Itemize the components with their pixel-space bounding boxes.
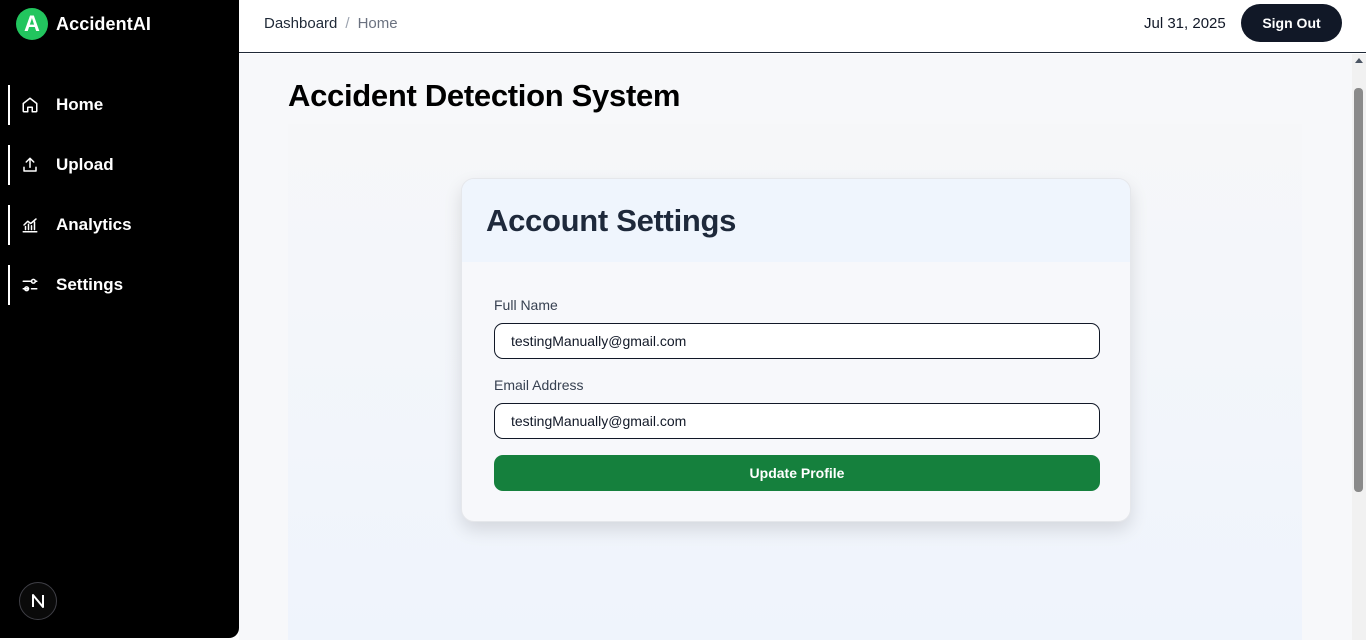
- email-field[interactable]: [494, 403, 1100, 439]
- home-icon: [21, 96, 39, 114]
- brand-name: AccidentAI: [56, 13, 152, 34]
- main-content: Accident Detection System Account Settin…: [239, 54, 1352, 640]
- sidebar-item-upload[interactable]: Upload: [8, 145, 239, 185]
- sidebar-item-home[interactable]: Home: [8, 85, 239, 125]
- sidebar-item-label: Analytics: [56, 215, 132, 234]
- sidebar-item-settings[interactable]: Settings: [8, 265, 239, 305]
- card-header: Account Settings: [462, 179, 1130, 262]
- account-settings-card: Account Settings Full Name Email Address…: [461, 178, 1131, 522]
- sidebar: A AccidentAI Home Upload Analytics Setti…: [0, 0, 239, 638]
- page-title: Accident Detection System: [288, 78, 681, 113]
- breadcrumb-dashboard[interactable]: Dashboard: [264, 15, 337, 32]
- avatar[interactable]: [19, 582, 57, 620]
- full-name-label: Full Name: [494, 297, 558, 313]
- card-title: Account Settings: [486, 203, 737, 238]
- breadcrumb-separator: /: [345, 15, 350, 32]
- avatar-n-icon: [32, 594, 44, 608]
- current-date: Jul 31, 2025: [1144, 15, 1226, 32]
- top-header: Dashboard / Home Jul 31, 2025 Sign Out: [239, 0, 1366, 53]
- breadcrumb: Dashboard / Home: [264, 15, 398, 32]
- email-label: Email Address: [494, 377, 584, 393]
- sidebar-item-analytics[interactable]: Analytics: [8, 205, 239, 245]
- page-scrollbar[interactable]: [1352, 54, 1366, 640]
- full-name-field[interactable]: [494, 323, 1100, 359]
- sign-out-button[interactable]: Sign Out: [1241, 4, 1342, 42]
- sidebar-item-label: Upload: [56, 155, 114, 174]
- settings-sliders-icon: [21, 276, 39, 294]
- sidebar-item-label: Home: [56, 95, 104, 114]
- scroll-thumb[interactable]: [1354, 88, 1363, 492]
- upload-icon: [21, 156, 39, 174]
- analytics-icon: [21, 216, 39, 234]
- brand[interactable]: A AccidentAI: [16, 8, 151, 40]
- scroll-up-arrow-icon[interactable]: [1355, 58, 1363, 63]
- breadcrumb-home: Home: [357, 15, 398, 32]
- update-profile-button[interactable]: Update Profile: [494, 455, 1100, 491]
- sidebar-nav: Home Upload Analytics Settings: [8, 85, 239, 325]
- brand-logo-icon: A: [16, 8, 48, 40]
- sidebar-item-label: Settings: [56, 275, 124, 294]
